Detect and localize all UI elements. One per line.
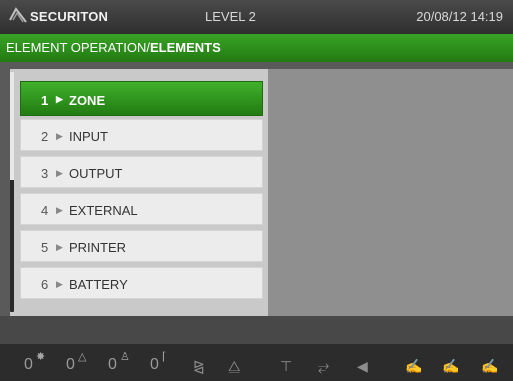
- bird-icon: ⥂: [318, 358, 330, 374]
- horn-off-icon: ⧋: [228, 358, 241, 374]
- menu-item-number: 5: [41, 240, 49, 255]
- menu-item-external[interactable]: 4 ▶ EXTERNAL: [20, 193, 263, 225]
- menu-item-printer[interactable]: 5 ▶ PRINTER: [20, 230, 263, 262]
- hand-check-icon: ✍: [481, 358, 499, 374]
- menu-item-number: 2: [41, 129, 49, 144]
- menu-item-number: 6: [41, 277, 49, 292]
- hand-icon: ✍: [405, 358, 423, 374]
- menu-item-label: PRINTER: [69, 240, 127, 255]
- main-content: 1 ▶ ZONE 2 ▶ INPUT 3 ▶ OUTPUT 4 ▶ EXTERN…: [0, 62, 513, 316]
- menu-item-label: INPUT: [69, 129, 108, 144]
- fault-count: 0: [66, 356, 75, 373]
- menu-item-label: EXTERNAL: [69, 203, 138, 218]
- chevron-right-icon: ▶: [56, 205, 63, 215]
- title-suffix: ELEMENTS: [150, 40, 221, 55]
- hand-alt-icon: ✍: [442, 358, 460, 374]
- brand-name: SECURITON: [30, 9, 109, 24]
- fault-counter: 0 △: [66, 351, 86, 374]
- fire-count: 0: [24, 356, 33, 373]
- sun-icon: ✸: [36, 351, 46, 363]
- top-bar: SECURITON LEVEL 2 20/08/12 14:19: [0, 0, 513, 34]
- speaker-icon: ◀: [357, 358, 368, 374]
- chevron-right-icon: ▶: [56, 131, 63, 141]
- status-bar: [0, 316, 513, 344]
- test-counter: 0 ⌈: [150, 351, 166, 374]
- menu-item-label: BATTERY: [69, 277, 128, 292]
- menu-item-label: ZONE: [69, 93, 106, 108]
- title-prefix: ELEMENT OPERATION/: [6, 40, 150, 55]
- page-title: ELEMENT OPERATION/ELEMENTS: [6, 34, 221, 62]
- chevron-right-icon: ▶: [56, 279, 63, 289]
- chevron-right-icon: ▶: [56, 242, 63, 252]
- person-icon: ♙: [120, 351, 130, 363]
- menu-item-input[interactable]: 2 ▶ INPUT: [20, 119, 263, 151]
- menu-item-output[interactable]: 3 ▶ OUTPUT: [20, 156, 263, 188]
- test-count: 0: [150, 356, 159, 373]
- menu-item-number: 4: [41, 203, 49, 218]
- indicator-bar: 0 ✸ 0 △ 0 ♙ 0 ⌈ ⧎ ⧋ ⊤ ⥂ ◀ ✍ ✍ ✍: [0, 344, 513, 381]
- bell-off-icon: ⧎: [193, 358, 205, 374]
- page-title-bar: ELEMENT OPERATION/ELEMENTS: [0, 34, 513, 62]
- chevron-right-icon: ▶: [56, 168, 63, 178]
- screen: SECURITON LEVEL 2 20/08/12 14:19 ELEMENT…: [0, 0, 513, 381]
- chevron-right-icon: ▶: [56, 94, 63, 104]
- scroll-thumb[interactable]: [10, 72, 14, 180]
- disable-counter: 0 ♙: [108, 351, 130, 374]
- disable-count: 0: [108, 356, 117, 373]
- securiton-logo-icon: [9, 7, 27, 23]
- triangle-icon: △: [78, 351, 87, 363]
- date-time: 20/08/12 14:19: [416, 9, 503, 24]
- wrench-icon: ⌈: [162, 351, 167, 363]
- fire-counter: 0 ✸: [24, 351, 45, 374]
- access-level: LEVEL 2: [205, 9, 256, 24]
- menu-item-label: OUTPUT: [69, 166, 123, 181]
- scrollbar[interactable]: [10, 72, 14, 312]
- menu-item-zone[interactable]: 1 ▶ ZONE: [20, 81, 263, 116]
- menu-item-battery[interactable]: 6 ▶ BATTERY: [20, 267, 263, 299]
- detail-panel: [268, 69, 513, 316]
- menu-item-number: 3: [41, 166, 49, 181]
- menu-item-number: 1: [41, 93, 49, 108]
- siren-icon: ⊤: [280, 358, 293, 374]
